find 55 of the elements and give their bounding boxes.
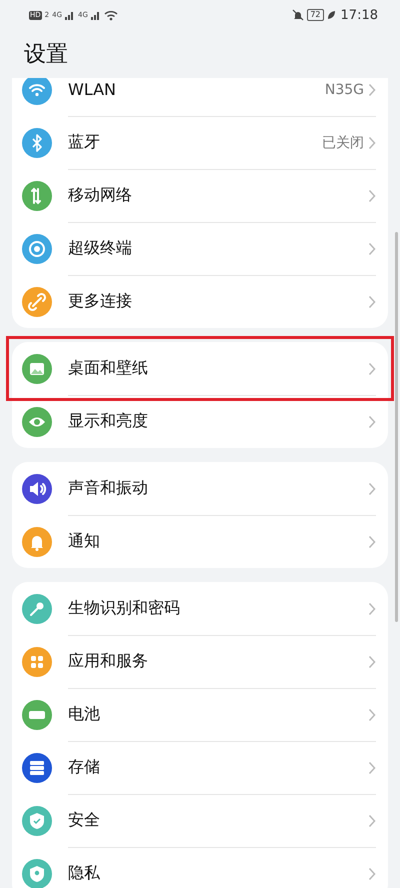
chevron-icon [368,82,376,96]
settings-item[interactable]: 更多连接 [12,275,388,328]
chevron-icon [368,136,376,150]
chevron-icon [368,294,376,308]
signal-icon [90,10,101,20]
item-label: 隐私 [68,863,101,884]
settings-item[interactable]: 移动网络 [12,169,388,222]
mute-icon [292,9,304,21]
settings-item[interactable]: 存储 [12,741,388,794]
settings-item[interactable]: WLAN N35G [12,78,388,116]
chevron-icon [368,654,376,668]
settings-item[interactable]: 应用和服务 [12,635,388,688]
chevron-icon [368,602,376,616]
chevron-icon [368,708,376,722]
settings-item[interactable]: 隐私 [12,847,388,888]
page-title: 设置 [24,41,68,69]
item-label: 存储 [68,757,101,778]
settings-item[interactable]: 超级终端 [12,222,388,275]
settings-item[interactable]: 生物识别和密码 [12,582,388,635]
settings-item[interactable]: 显示和亮度 [12,395,388,448]
item-label: 生物识别和密码 [68,598,181,619]
item-label: 更多连接 [68,291,133,312]
clock: 17:18 [340,8,378,22]
leaf-icon [326,10,336,20]
item-label: 电池 [68,704,101,725]
chevron-icon [368,188,376,202]
wifi-icon [104,10,118,20]
settings-item[interactable]: 蓝牙 已关闭 [12,116,388,169]
settings-item[interactable]: 电池 [12,688,388,741]
chevron-icon [368,534,376,548]
item-label: 桌面和壁纸 [68,358,149,379]
chevron-icon [368,414,376,428]
item-label: 声音和振动 [68,478,149,499]
item-label: 超级终端 [68,238,133,259]
settings-item[interactable]: 通知 [12,515,388,568]
signal-icon [65,10,76,20]
item-label: 通知 [68,531,101,552]
chevron-icon [368,866,376,880]
item-value: N35G [324,82,364,98]
item-label: WLAN [68,80,118,99]
item-label: 安全 [68,810,101,831]
item-label: 蓝牙 [68,132,101,153]
chevron-icon [368,242,376,256]
chevron-icon [368,760,376,774]
chevron-icon [368,362,376,376]
settings-item[interactable]: 声音和振动 [12,462,388,515]
item-value: 已关闭 [322,134,364,152]
chevron-icon [368,814,376,828]
item-label: 应用和服务 [68,651,149,672]
chevron-icon [368,482,376,496]
item-label: 移动网络 [68,185,133,206]
settings-item[interactable]: 安全 [12,794,388,847]
battery-level: 72 [307,9,324,21]
settings-item[interactable]: 桌面和壁纸 [12,342,388,395]
item-label: 显示和亮度 [68,411,149,432]
